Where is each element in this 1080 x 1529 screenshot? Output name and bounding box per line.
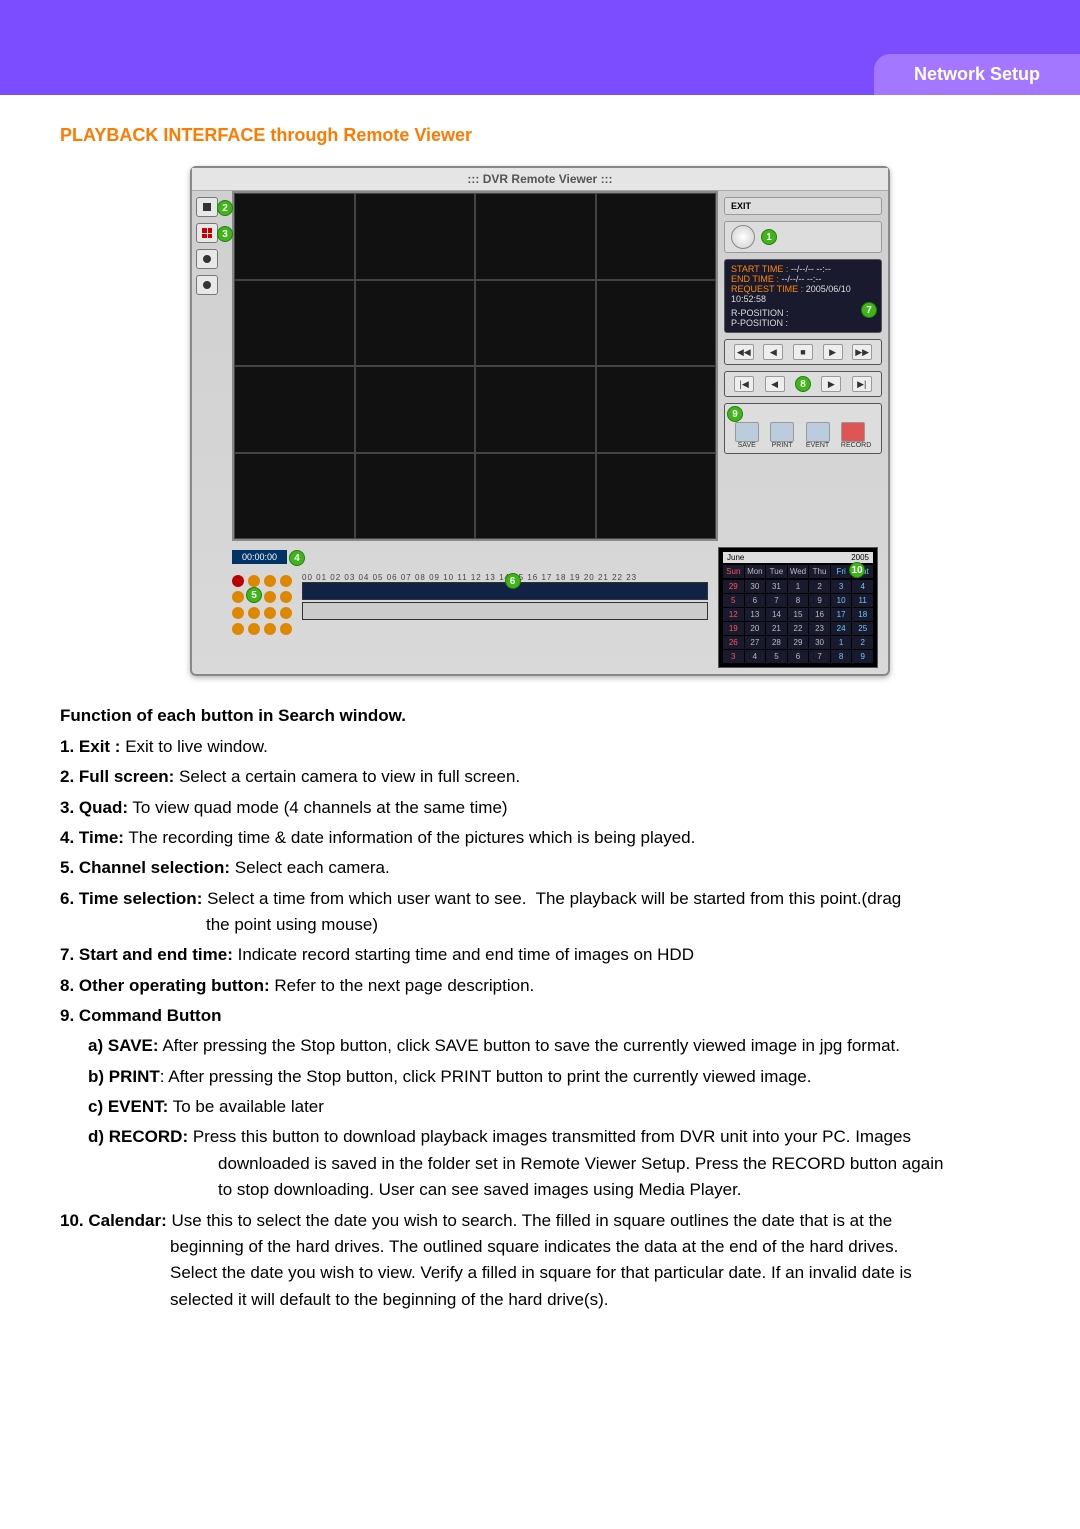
left-button-column: 2 3	[192, 191, 232, 541]
skip-end-button[interactable]: ▶|	[852, 376, 872, 392]
item-1-label: 1. Exit :	[60, 737, 120, 756]
marker-4: 4	[289, 550, 305, 566]
time-display: 00:00:00 4	[232, 550, 287, 564]
rewind-button[interactable]: ◀◀	[734, 344, 754, 360]
section-tab: Network Setup	[874, 54, 1080, 95]
sub-b-label: b) PRINT	[88, 1067, 160, 1086]
mode-button-1[interactable]	[196, 249, 218, 269]
item-4-label: 4. Time:	[60, 828, 124, 847]
marker-8: 8	[795, 376, 811, 392]
fullscreen-button[interactable]: 2	[196, 197, 218, 217]
prev-button[interactable]: ◀	[765, 376, 785, 392]
item-4-text: The recording time & date information of…	[124, 828, 695, 847]
save-button[interactable]	[735, 422, 759, 442]
print-label: PRINT	[772, 442, 793, 449]
calendar-year[interactable]: 2005	[851, 553, 869, 562]
playback-controls-2: |◀ ◀ 8 ▶ ▶|	[724, 371, 882, 397]
marker-1: 1	[761, 229, 777, 245]
exit-label: EXIT	[731, 201, 751, 211]
marker-5: 5	[246, 587, 262, 603]
marker-10: 10	[849, 562, 865, 578]
item-3-label: 3. Quad:	[60, 798, 128, 817]
item-10: 10. Calendar: Use this to select the dat…	[60, 1208, 1020, 1313]
step-back-button[interactable]: ◀	[763, 344, 783, 360]
channel-dots[interactable]	[232, 575, 292, 635]
end-time-value: --/--/-- --:--	[781, 274, 821, 284]
start-time-label: START TIME :	[731, 264, 788, 274]
item-5-label: 5. Channel selection:	[60, 858, 230, 877]
event-button[interactable]	[806, 422, 830, 442]
item-5-text: Select each camera.	[230, 858, 390, 877]
page-content: PLAYBACK INTERFACE through Remote Viewer…	[0, 95, 1080, 1357]
timeline-area: 00:00:00 4 5	[232, 547, 708, 668]
play-button[interactable]: ▶	[823, 344, 843, 360]
functions-heading: Function of each button in Search window…	[60, 706, 1020, 726]
video-grid[interactable]	[232, 191, 718, 541]
exit-button[interactable]	[731, 225, 755, 249]
dvr-remote-viewer-window: ::: DVR Remote Viewer ::: 2 3	[190, 166, 890, 676]
marker-3: 3	[217, 226, 233, 242]
mode-button-2[interactable]	[196, 275, 218, 295]
command-buttons: 9 SAVE PRINT EVENT RECORD	[724, 403, 882, 454]
calendar-dates[interactable]: 2930311234567891011121314151617181920212…	[723, 580, 873, 663]
r-position: R-POSITION :	[731, 308, 875, 318]
print-button[interactable]	[770, 422, 794, 442]
calendar[interactable]: June 2005 Sun Mon Tue Wed Thu Fri Sat 10…	[718, 547, 878, 668]
exit-button-row: 1	[724, 221, 882, 253]
window-title: ::: DVR Remote Viewer :::	[192, 168, 888, 191]
right-panel: EXIT 1 START TIME : --/--/-- --:-- END T…	[718, 191, 888, 541]
header-bar: Network Setup	[0, 0, 1080, 95]
functions-list: 1. Exit : Exit to live window. 2. Full s…	[60, 734, 1020, 1313]
request-time-label: REQUEST TIME :	[731, 284, 803, 294]
calendar-month[interactable]: June	[727, 553, 744, 562]
item-2-text: Select a certain camera to view in full …	[174, 767, 520, 786]
item-7-text: Indicate record starting time and end ti…	[233, 945, 694, 964]
item-7-label: 7. Start and end time:	[60, 945, 233, 964]
sub-d: d) RECORD: Press this button to download…	[88, 1124, 1020, 1203]
sub-a-text: After pressing the Stop button, click SA…	[159, 1036, 900, 1055]
item-6: 6. Time selection: Select a time from wh…	[60, 886, 1020, 939]
next-button[interactable]: ▶	[821, 376, 841, 392]
sub-c-text: To be available later	[168, 1097, 324, 1116]
record-button[interactable]	[841, 422, 865, 442]
marker-7: 7	[861, 302, 877, 318]
start-time-value: --/--/-- --:--	[791, 264, 831, 274]
fast-forward-button[interactable]: ▶▶	[852, 344, 872, 360]
marker-6: 6	[505, 573, 521, 589]
record-label: RECORD	[841, 442, 871, 449]
event-label: EVENT	[806, 442, 829, 449]
exit-row: EXIT	[724, 197, 882, 215]
hour-scale: 00 01 02 03 04 05 06 07 08 09 10 11 12 1…	[302, 573, 708, 582]
marker-2: 2	[217, 200, 233, 216]
item-2-label: 2. Full screen:	[60, 767, 174, 786]
item-8-label: 8. Other operating button:	[60, 976, 270, 995]
item-1-text: Exit to live window.	[120, 737, 267, 756]
sub-c-label: c) EVENT:	[88, 1097, 168, 1116]
timeline-track-bottom[interactable]	[302, 602, 708, 620]
p-position: P-POSITION :	[731, 318, 875, 328]
stop-button[interactable]: ■	[793, 344, 813, 360]
sub-b-text: : After pressing the Stop button, click …	[160, 1067, 812, 1086]
sub-a-label: a) SAVE:	[88, 1036, 159, 1055]
quad-button[interactable]: 3	[196, 223, 218, 243]
section-title: PLAYBACK INTERFACE through Remote Viewer	[60, 125, 1020, 146]
screenshot-holder: ::: DVR Remote Viewer ::: 2 3	[60, 166, 1020, 676]
item-3-text: To view quad mode (4 channels at the sam…	[128, 798, 508, 817]
save-label: SAVE	[738, 442, 756, 449]
skip-start-button[interactable]: |◀	[734, 376, 754, 392]
item-8-text: Refer to the next page description.	[270, 976, 535, 995]
marker-9: 9	[727, 406, 743, 422]
playback-controls-1: ◀◀ ◀ ■ ▶ ▶▶	[724, 339, 882, 365]
bottom-area: 00:00:00 4 5	[192, 541, 888, 674]
time-info-panel: START TIME : --/--/-- --:-- END TIME : -…	[724, 259, 882, 333]
end-time-label: END TIME :	[731, 274, 779, 284]
item-9-label: 9. Command Button	[60, 1006, 222, 1025]
